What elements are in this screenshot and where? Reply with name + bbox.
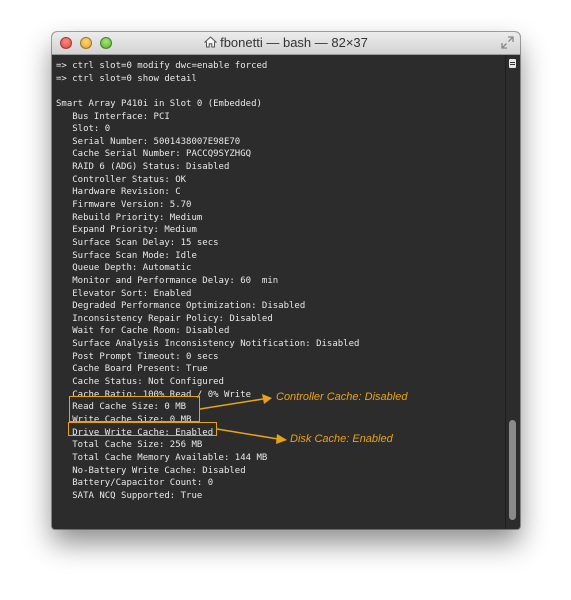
terminal-line: Post Prompt Timeout: 0 secs [56, 351, 219, 362]
terminal-line: Smart Array P410i in Slot 0 (Embedded) [56, 98, 262, 109]
terminal-line: Surface Scan Mode: Idle [56, 250, 197, 261]
terminal-lines: => ctrl slot=0 modify dwc=enable forced =… [56, 60, 359, 529]
window-title: fbonetti — bash — 82×37 [52, 35, 520, 50]
terminal-line: Elevator Sort: Enabled [56, 288, 192, 299]
terminal-line: Slot: 0 [56, 124, 111, 135]
terminal-line: Inconsistency Repair Policy: Disabled [56, 313, 273, 324]
terminal-line: Surface Scan Delay: 15 secs [56, 237, 219, 248]
terminal-line: Total Cache Memory Available: 144 MB [56, 452, 268, 463]
controller-cache-annotation: Controller Cache: Disabled [276, 391, 408, 403]
terminal-line: Firmware Version: 5.70 [56, 200, 192, 211]
terminal-line: Bus Interface: PCI [56, 111, 170, 122]
terminal-line: Cache Board Present: True [56, 364, 208, 375]
terminal-line: Battery/Capacitor Count: 0 [56, 478, 214, 489]
terminal-line: Cache Status: Not Configured [56, 377, 224, 388]
scroll-thumb[interactable] [509, 420, 516, 520]
terminal-line: Read Cache Size: 0 MB [56, 402, 187, 413]
title-bar[interactable]: fbonetti — bash — 82×37 [52, 32, 520, 55]
terminal-line: Write Cache Size: 0 MB [56, 414, 192, 425]
terminal-output[interactable]: => ctrl slot=0 modify dwc=enable forced =… [52, 55, 506, 529]
terminal-line: RAID 6 (ADG) Status: Disabled [56, 162, 230, 173]
terminal-line: Rebuild Priority: Medium [56, 212, 203, 223]
terminal-line: Wait for Cache Room: Disabled [56, 326, 230, 337]
terminal-line: Surface Analysis Inconsistency Notificat… [56, 339, 360, 350]
terminal-line: Serial Number: 5001438007E98E70 [56, 136, 241, 147]
terminal-line: Controller Status: OK [56, 174, 187, 185]
terminal-window: fbonetti — bash — 82×37 => ctrl slot=0 m… [52, 32, 520, 529]
vertical-scrollbar[interactable] [505, 55, 520, 529]
terminal-line: Degraded Performance Optimization: Disab… [56, 301, 306, 312]
terminal-line: Queue Depth: Automatic [56, 263, 192, 274]
disk-cache-annotation: Disk Cache: Enabled [290, 433, 393, 445]
terminal-line: Monitor and Performance Delay: 60 min [56, 275, 279, 286]
terminal-line: Hardware Revision: C [56, 187, 181, 198]
terminal-line: Expand Priority: Medium [56, 225, 197, 236]
scroll-marker-icon[interactable] [509, 59, 516, 68]
home-icon [204, 36, 218, 48]
terminal-line: Cache Serial Number: PACCQ9SYZHGQ [56, 149, 252, 160]
fullscreen-icon[interactable] [501, 36, 514, 49]
terminal-line: => ctrl slot=0 modify dwc=enable forced [56, 61, 268, 71]
terminal-line: => [56, 528, 359, 530]
window-title-text: fbonetti — bash — 82×37 [220, 35, 368, 50]
terminal-line: => ctrl slot=0 show detail [56, 73, 197, 84]
terminal-line: No-Battery Write Cache: Disabled [56, 465, 246, 476]
terminal-line: SATA NCQ Supported: True [56, 490, 203, 501]
